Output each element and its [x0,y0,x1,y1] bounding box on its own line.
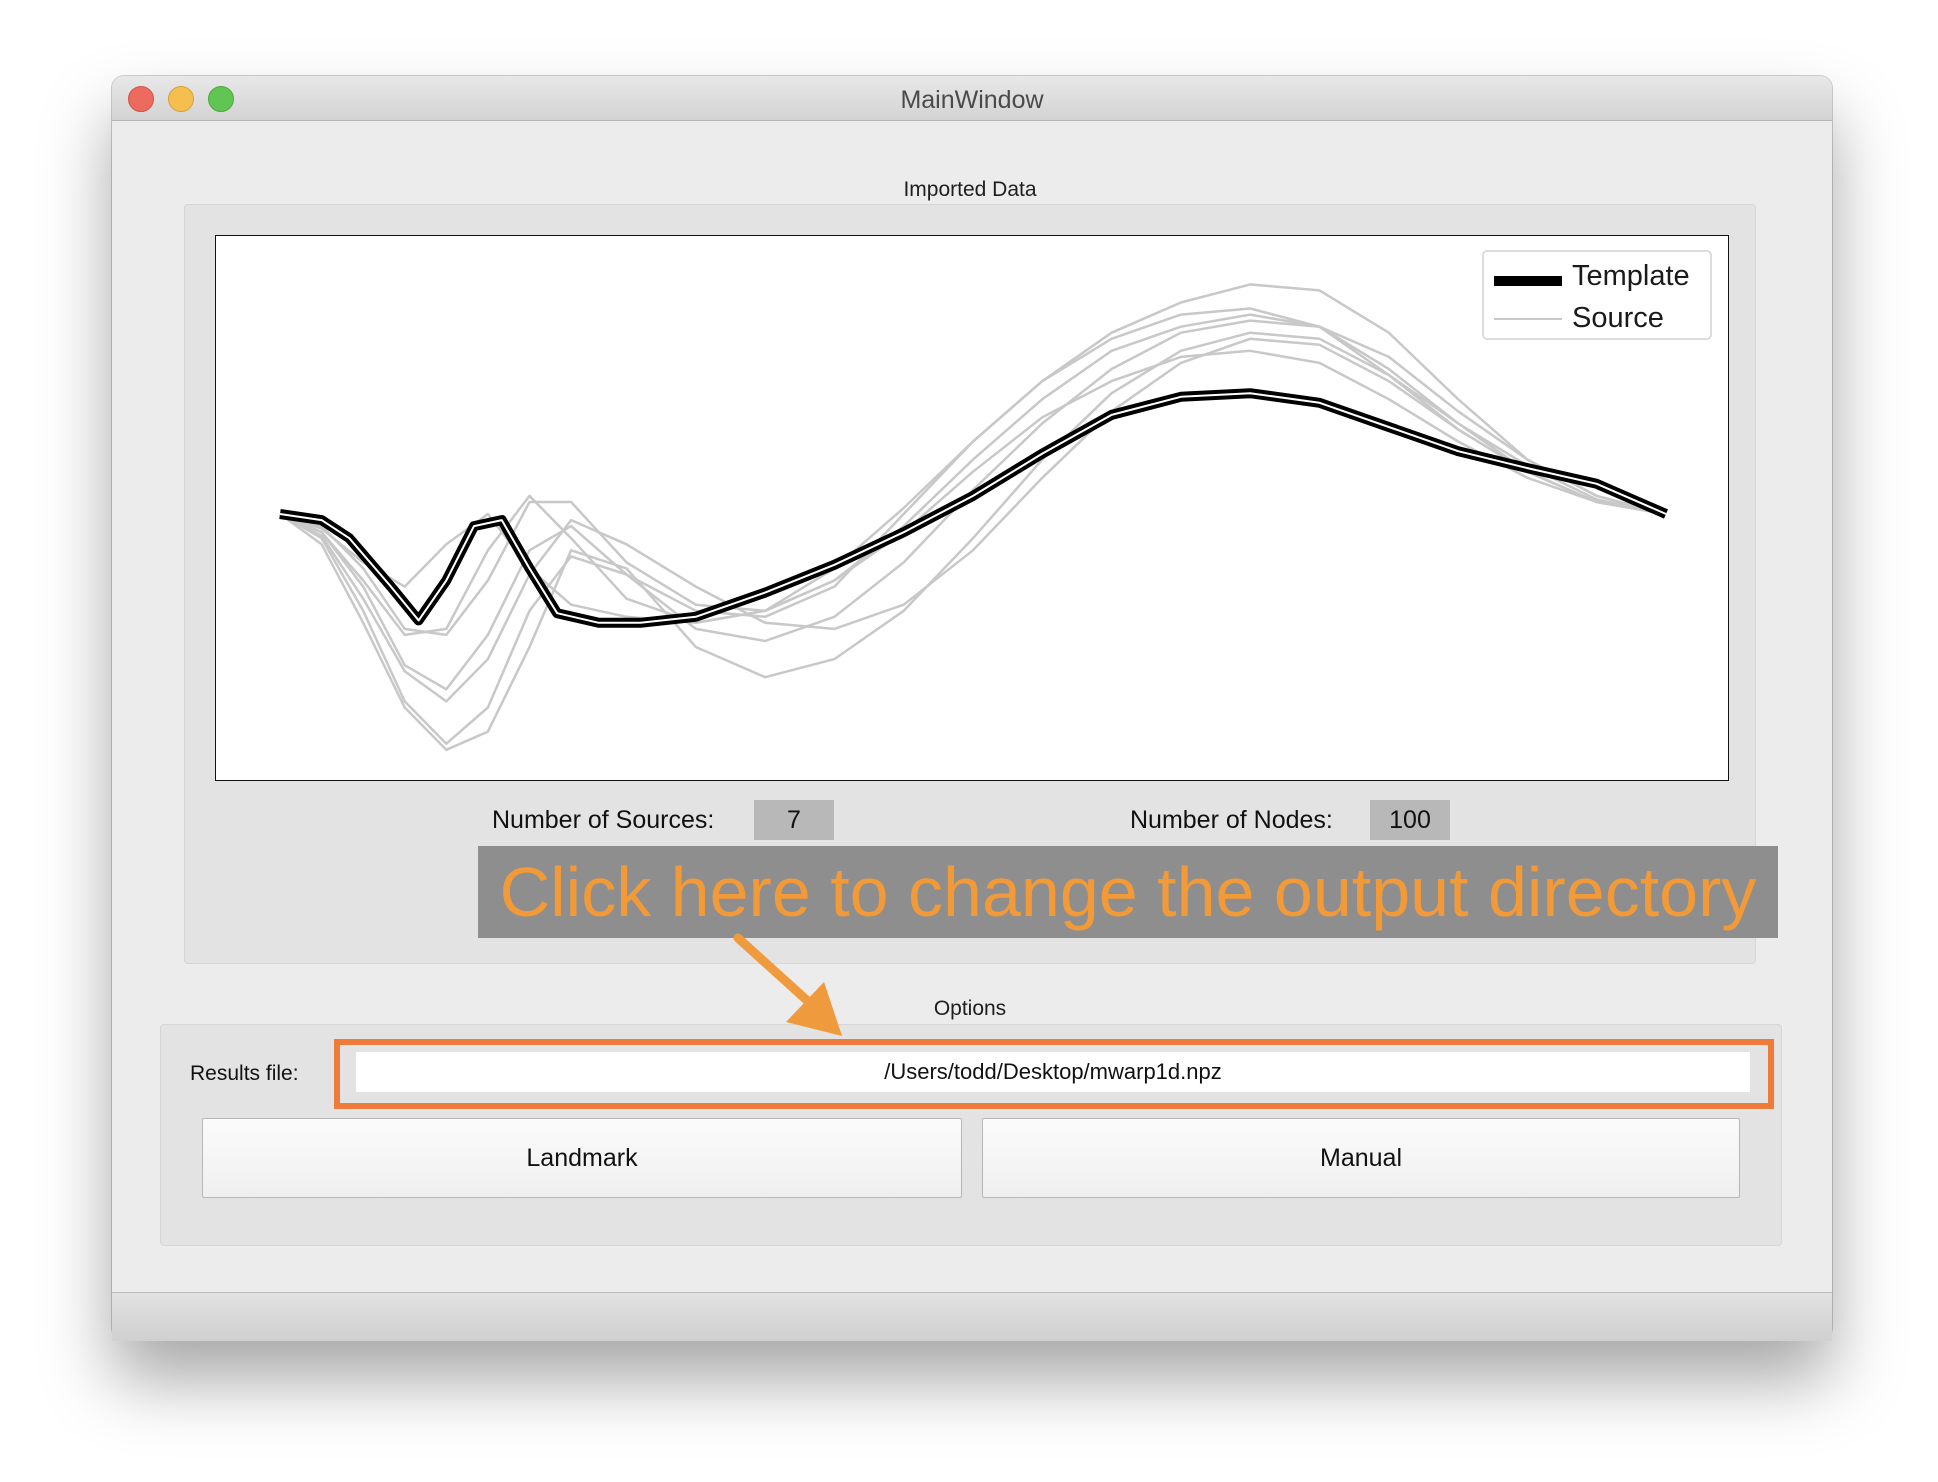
plot-legend: Template Source [1482,250,1712,340]
manual-button[interactable]: Manual [982,1118,1740,1198]
landmark-button[interactable]: Landmark [202,1118,962,1198]
source-series-line [279,313,1667,637]
status-bar [112,1292,1832,1341]
source-series-line [279,331,1667,752]
source-series-line [279,319,1667,691]
template-series-highlight [279,392,1667,624]
imported-data-title: Imported Data [903,178,1037,201]
data-plot: Template Source [215,235,1729,781]
num-sources-value: 7 [754,800,834,840]
results-file-label: Results file: [190,1062,299,1085]
output-directory-callout: Click here to change the output director… [478,846,1778,938]
legend-source-swatch [1494,318,1562,320]
options-title: Options [933,997,1007,1020]
num-nodes-value: 100 [1370,800,1450,840]
legend-item-source: Source [1484,300,1710,340]
num-sources-label: Number of Sources: [492,806,715,834]
window-title: MainWindow [900,86,1044,114]
legend-source-label: Source [1572,302,1664,334]
results-file-input[interactable] [356,1052,1750,1092]
template-series-line [279,388,1668,628]
legend-template-label: Template [1572,260,1690,292]
title-bar: MainWindow [112,76,1832,121]
num-nodes-label: Number of Nodes: [1130,806,1333,834]
legend-item-template: Template [1484,258,1710,298]
legend-template-swatch [1494,276,1562,286]
